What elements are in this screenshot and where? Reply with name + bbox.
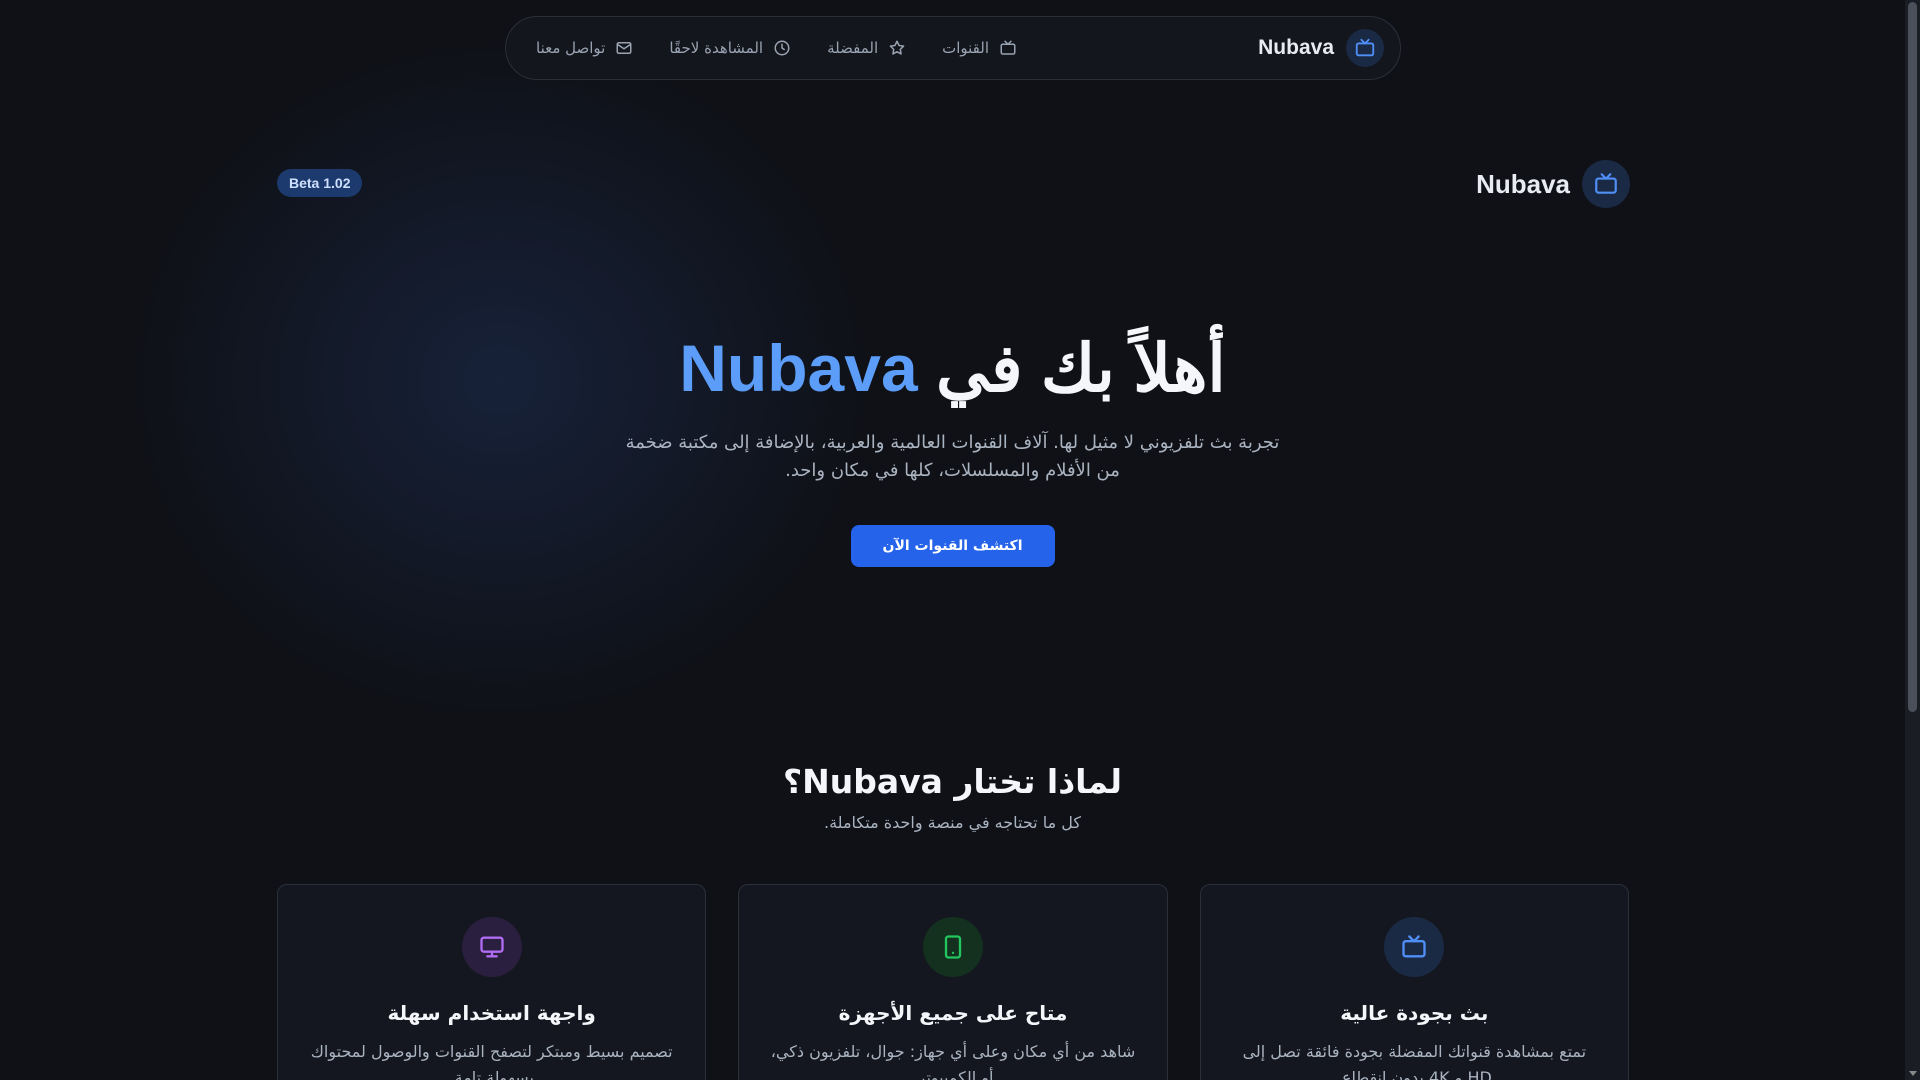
nav-brand-text: Nubava [1258,36,1334,59]
monitor-icon [480,936,504,958]
header-brand[interactable]: Nubava [1476,160,1630,208]
feature-card-devices: متاح على جميع الأجهزة شاهد من أي مكان وع… [738,884,1168,1080]
feature-desc: شاهد من أي مكان وعلى أي جهاز: جوال، تلفز… [770,1042,1136,1080]
feature-card-quality: بث بجودة عالية تمتع بمشاهدة قنواتك المفض… [1199,884,1629,1080]
page: تواصل معنا المشاهدة لاحقًا المفضلة القنو… [0,0,1905,1080]
feature-desc: تمتع بمشاهدة قنواتك المفضلة بجودة فائقة … [1242,1042,1587,1080]
feature-cards: بث بجودة عالية تمتع بمشاهدة قنواتك المفض… [277,884,1629,1080]
why-subtitle: كل ما تحتاجه في منصة واحدة متكاملة. [824,813,1081,832]
hero-title: أهلاً بك في Nubava [0,330,1905,407]
nav-link-favorites[interactable]: المفضلة [827,39,906,57]
feature-icon-wrap [461,917,522,977]
nav-link-contact[interactable]: تواصل معنا [536,39,633,57]
mail-icon [616,42,632,54]
hero-subtitle: تجربة بث تلفزيوني لا مثيل لها. آلاف القن… [625,432,1280,481]
nav-link-channels[interactable]: القنوات [942,39,1017,57]
nav-link-label: تواصل معنا [536,39,606,57]
page-scrollbar[interactable] [1905,0,1920,1080]
nav-brand[interactable]: Nubava [1258,29,1384,67]
nav-links: تواصل معنا المشاهدة لاحقًا المفضلة القنو… [536,39,1017,57]
hero-section: أهلاً بك في Nubava تجربة بث تلفزيوني لا … [0,330,1905,567]
clock-icon [774,40,790,56]
feature-card-ui: واجهة استخدام سهلة تصميم بسيط ومبتكر لتص… [277,884,707,1080]
feature-title: بث بجودة عالية [1340,1001,1489,1025]
nav-link-label: القنوات [942,39,989,57]
hero-title-accent: Nubava [679,331,918,405]
scroll-down-icon[interactable] [1909,1071,1917,1076]
why-title: لماذا تختار Nubava؟ [782,762,1123,801]
tv-icon [1595,173,1617,194]
star-icon [889,40,905,55]
why-section: لماذا تختار Nubava؟ كل ما تحتاجه في منصة… [0,762,1905,832]
header-brand-text: Nubava [1476,168,1570,199]
scrollbar-thumb[interactable] [1908,2,1917,712]
tv-icon [1000,40,1016,55]
beta-badge: Beta 1.02 [277,169,363,197]
top-navbar: تواصل معنا المشاهدة لاحقًا المفضلة القنو… [505,16,1401,80]
logo [1346,29,1384,67]
feature-icon-wrap [1384,917,1445,977]
explore-channels-button[interactable]: اكتشف القنوات الآن [850,525,1055,567]
tablet-icon [944,935,962,959]
nav-link-label: المشاهدة لاحقًا [669,39,764,57]
nav-link-watch-later[interactable]: المشاهدة لاحقًا [669,39,791,57]
nav-link-label: المفضلة [827,39,879,57]
tv-icon [1402,935,1427,958]
feature-icon-wrap [923,917,984,977]
feature-title: واجهة استخدام سهلة [387,1001,596,1025]
tv-icon [1355,38,1375,57]
header-logo [1582,160,1630,208]
feature-title: متاح على جميع الأجهزة [838,1001,1068,1025]
hero-title-prefix: أهلاً بك في [917,331,1226,405]
feature-desc: تصميم بسيط ومبتكر لتصفح القنوات والوصول … [310,1042,673,1080]
